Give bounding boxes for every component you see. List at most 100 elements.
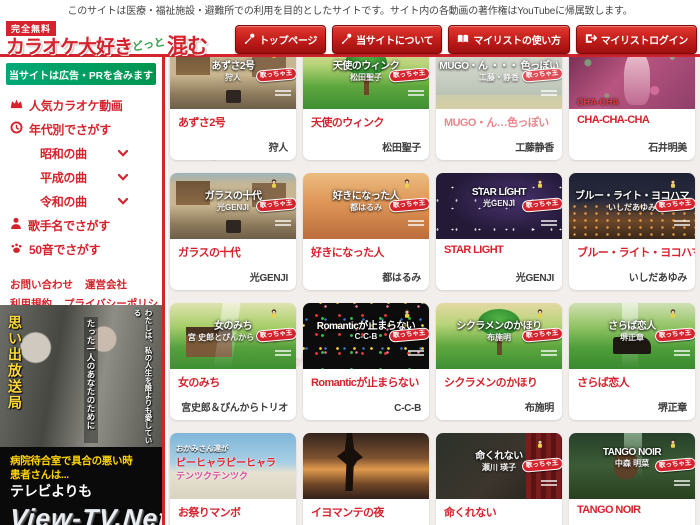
sidebar-item-label: 50音でさがす — [29, 241, 100, 258]
video-card[interactable]: 命くれない瀬川 瑛子歌っちゃ王命くれない — [436, 433, 562, 525]
sidebar-item-1[interactable]: 人気カラオケ動画 — [10, 93, 162, 117]
ad-line-2: 患者さんは... — [10, 468, 152, 482]
karaoke-channel-badge: 歌っちゃ王 — [655, 435, 691, 471]
badge-label: 歌っちゃ王 — [522, 67, 562, 82]
sidebar-item-label: 令和の曲 — [40, 193, 87, 210]
mascot-icon — [256, 57, 292, 63]
video-card[interactable]: イヨマンテの夜 — [303, 433, 429, 525]
video-card[interactable]: さらば恋人堺正章歌っちゃ王さらば恋人堺正章 — [569, 303, 695, 420]
video-card[interactable]: TANGO NOIR中森 明菜歌っちゃ王TANGO NOIR — [569, 433, 695, 525]
clock-icon — [10, 121, 23, 137]
page: このサイトは医療・福祉施設・避難所での利用を目的としたサイトです。サイト内の各動… — [0, 0, 700, 525]
karaoke-channel-badge: 歌っちゃ王 — [256, 175, 292, 211]
thumbnail-credits — [408, 218, 424, 228]
nav-button-label: トップページ — [259, 32, 317, 47]
video-thumbnail: 女のみち宮 史郎とぴんからトリオ歌っちゃ王 — [170, 303, 296, 369]
video-info: あずさ2号狩人 — [170, 109, 296, 160]
video-info: 好きになった人都はるみ — [303, 239, 429, 290]
video-info: STAR LIGHT 光GENJI — [436, 239, 562, 290]
video-title: MUGO・ん…色っぽい — [444, 114, 554, 130]
mascot-icon — [655, 175, 691, 193]
video-card[interactable]: STAR LIGHT 光GENJI 歌っちゃ王 STAR LIGHT 光GENJI — [436, 173, 562, 290]
nav-button-3[interactable]: マイリストの使い方 — [448, 25, 569, 54]
nav-button-4[interactable]: マイリストログイン — [576, 25, 697, 54]
pr-banner: 当サイトは広告・PRを含みます — [6, 63, 156, 85]
video-card[interactable]: ガラスの十代光GENJI 歌っちゃ王ガラスの十代光GENJI — [170, 173, 296, 290]
mascot-icon — [522, 305, 558, 323]
video-title: ガラスの十代 — [178, 244, 288, 260]
video-artist: 光GENJI — [250, 269, 288, 284]
video-title: STAR LIGHT — [444, 244, 554, 256]
video-card[interactable]: あずさ2号狩人歌っちゃ王あずさ2号狩人 — [170, 57, 296, 160]
sidebar-item-3[interactable]: 昭和の曲 — [10, 141, 162, 165]
chevron-down-icon[interactable] — [118, 170, 128, 184]
sidebar-item-6[interactable]: 歌手名でさがす — [10, 213, 162, 237]
mascot-icon — [522, 435, 558, 453]
video-info: TANGO NOIR — [569, 499, 695, 525]
video-info: ブルー・ライト・ヨコハマいしだあゆみ — [569, 239, 695, 290]
video-card[interactable]: シクラメンのかほり布施明歌っちゃ王シクラメンのかほり布施明 — [436, 303, 562, 420]
video-card[interactable]: MUGO・ん ・・・ 色っぽい工藤・静香歌っちゃ王MUGO・ん…色っぽい工藤静香 — [436, 57, 562, 160]
thumbnail-credits — [541, 348, 557, 358]
video-card[interactable]: 好きになった人都はるみ歌っちゃ王好きになった人都はるみ — [303, 173, 429, 290]
video-card[interactable]: ブルー・ライト・ヨコハマいしだあゆみ歌っちゃ王ブルー・ライト・ヨコハマいしだあゆ… — [569, 173, 695, 290]
sidebar-item-7[interactable]: 50音でさがす — [10, 237, 162, 261]
ad-vertical-text-left: 思い出放送局 — [5, 315, 25, 411]
karaoke-channel-badge: 歌っちゃ王 — [522, 57, 558, 81]
thumbnail-credits — [275, 218, 291, 228]
mic-icon — [341, 33, 352, 47]
video-artist: 工藤静香 — [515, 139, 554, 154]
video-card[interactable]: Romanticが止まらないC-C-B歌っちゃ王Romanticが止まらないC-… — [303, 303, 429, 420]
chevron-down-icon[interactable] — [118, 146, 128, 160]
sidebar-item-label: 年代別でさがす — [29, 121, 111, 138]
badge-label: 歌っちゃ王 — [655, 197, 695, 212]
nav-button-2[interactable]: 当サイトについて — [332, 25, 442, 54]
mascot-icon — [256, 175, 292, 193]
sidebar-ad-banner[interactable]: わたしは、私の人生を誰よりも愛している たった一人のあなたのために 思い出放送局… — [0, 305, 162, 525]
ad-vertical-text-center: たった一人のあなたのために — [84, 317, 98, 443]
paw-icon — [10, 242, 23, 257]
video-artist: 光GENJI — [516, 269, 554, 284]
badge-label: 歌っちゃ王 — [522, 197, 562, 212]
mascot-icon — [389, 175, 425, 193]
video-info: Romanticが止まらないC-C-B — [303, 369, 429, 420]
thumbnail-credits — [541, 478, 557, 488]
video-info: CHA-CHA-CHA石井明美 — [569, 109, 695, 160]
video-thumbnail: さらば恋人堺正章歌っちゃ王 — [569, 303, 695, 369]
video-thumbnail: シクラメンのかほり布施明歌っちゃ王 — [436, 303, 562, 369]
ad-vertical-text-right: わたしは、私の人生を誰よりも愛している — [132, 309, 154, 445]
ad-line-1: 病院待合室で具合の悪い時 — [10, 454, 152, 468]
video-title: さらば恋人 — [577, 374, 687, 390]
video-card[interactable]: おかみさん達がピーヒャラピーヒャラテンツクテンツクお祭りマンボ — [170, 433, 296, 525]
thumbnail-credits — [408, 348, 424, 358]
video-thumbnail: 天使のウィンク松田聖子歌っちゃ王 — [303, 57, 429, 109]
video-artist: 松田聖子 — [382, 139, 421, 154]
video-title: CHA-CHA-CHA — [577, 114, 687, 126]
video-title: シクラメンのかほり — [444, 374, 554, 390]
badge-label: 歌っちゃ王 — [655, 327, 695, 342]
badge-label: 歌っちゃ王 — [522, 327, 562, 342]
sidebar-item-5[interactable]: 令和の曲 — [10, 189, 162, 213]
footer-link[interactable]: お問い合わせ — [10, 279, 73, 291]
video-card[interactable]: CHA-CHACHA-CHA-CHA石井明美 — [569, 57, 695, 160]
video-thumbnail: TANGO NOIR中森 明菜歌っちゃ王 — [569, 433, 695, 499]
video-info: ガラスの十代光GENJI — [170, 239, 296, 290]
sidebar-item-4[interactable]: 平成の曲 — [10, 165, 162, 189]
mascot-icon — [256, 305, 292, 323]
site-logo[interactable]: 完全無料 カラオケ大好きどっと混む — [6, 19, 207, 60]
video-title: 女のみち — [178, 374, 288, 390]
nav-button-label: マイリストの使い方 — [473, 32, 560, 47]
video-card[interactable]: 女のみち宮 史郎とぴんからトリオ歌っちゃ王女のみち宮史郎＆ぴんからトリオ — [170, 303, 296, 420]
logo-text-komu: 混む — [167, 35, 207, 58]
karaoke-channel-badge: 歌っちゃ王 — [389, 57, 425, 81]
video-thumbnail: あずさ2号狩人歌っちゃ王 — [170, 57, 296, 109]
sidebar-item-2[interactable]: 年代別でさがす — [10, 117, 162, 141]
video-title: 好きになった人 — [311, 244, 421, 260]
video-card[interactable]: 天使のウィンク松田聖子歌っちゃ王天使のウィンク松田聖子 — [303, 57, 429, 160]
footer-link[interactable]: 運営会社 — [85, 279, 127, 291]
nav-button-label: マイリストログイン — [601, 32, 688, 47]
video-info: MUGO・ん…色っぽい工藤静香 — [436, 109, 562, 160]
video-artist: 都はるみ — [382, 269, 421, 284]
nav-button-1[interactable]: トップページ — [235, 25, 326, 54]
chevron-down-icon[interactable] — [118, 194, 128, 208]
